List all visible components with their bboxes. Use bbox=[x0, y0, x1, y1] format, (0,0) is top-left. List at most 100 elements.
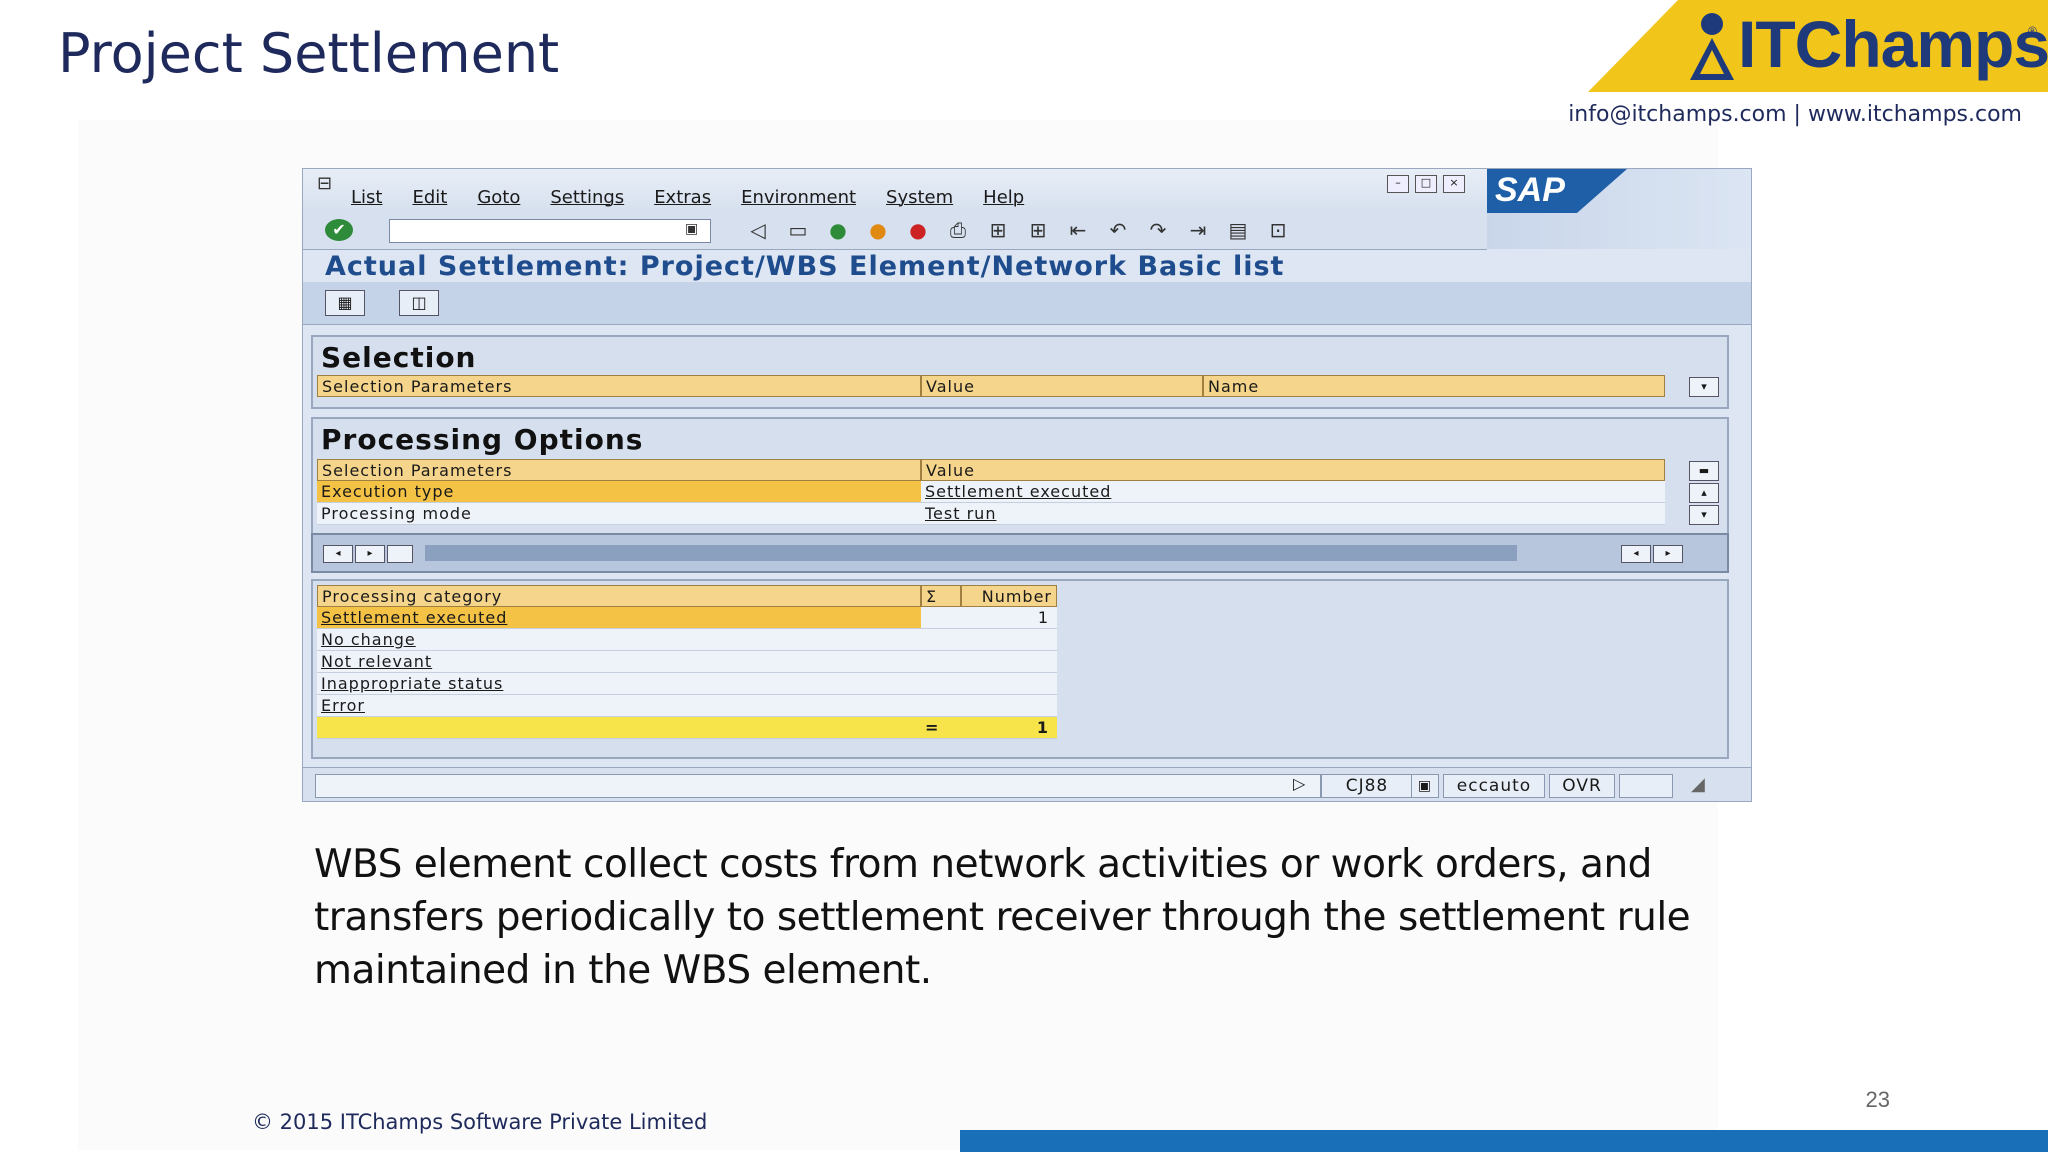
scroll-up-icon[interactable]: ▴ bbox=[1689, 483, 1719, 503]
maximize-icon[interactable]: □ bbox=[1415, 175, 1437, 193]
option-value-execution-type[interactable]: Settlement executed bbox=[921, 481, 1665, 503]
detail-view-icon[interactable]: ◫ bbox=[399, 290, 439, 316]
processing-options-title: Processing Options bbox=[321, 423, 644, 456]
cancel-icon[interactable]: ● bbox=[903, 217, 933, 243]
layout-icon[interactable]: ⊡ bbox=[1263, 217, 1293, 243]
category-number bbox=[921, 695, 1057, 717]
category-number bbox=[921, 651, 1057, 673]
number-header: Number bbox=[961, 585, 1057, 607]
status-message-field bbox=[315, 774, 1321, 798]
total-symbol: = bbox=[921, 717, 961, 739]
category-link[interactable]: Inappropriate status bbox=[321, 674, 503, 693]
exit-icon[interactable]: ● bbox=[863, 217, 893, 243]
sap-logo-text: SAP bbox=[1495, 171, 1565, 209]
category-number bbox=[921, 673, 1057, 695]
status-server-icon[interactable]: ▣ bbox=[1411, 774, 1439, 798]
last-page-icon[interactable]: ⇥ bbox=[1183, 217, 1213, 243]
processing-options-panel: Processing Options Selection Parameters … bbox=[311, 417, 1729, 539]
window-controls: – □ × bbox=[1387, 175, 1465, 193]
scroll-right-icon[interactable]: ▸ bbox=[355, 545, 385, 563]
menu-list-item[interactable]: List bbox=[351, 187, 382, 208]
option-value-link[interactable]: Test run bbox=[925, 504, 996, 523]
category-header: Processing category bbox=[317, 585, 921, 607]
status-transaction: CJ88 bbox=[1321, 774, 1413, 798]
category-row-no-change[interactable]: No change bbox=[317, 629, 921, 651]
status-expand-icon[interactable]: ▷ bbox=[1293, 774, 1305, 793]
option-value-processing-mode[interactable]: Test run bbox=[921, 503, 1665, 525]
options-header-parameters: Selection Parameters bbox=[317, 459, 921, 481]
scroll-thumb[interactable] bbox=[387, 545, 413, 563]
category-row-inappropriate-status[interactable]: Inappropriate status bbox=[317, 673, 921, 695]
option-param-processing-mode[interactable]: Processing mode bbox=[317, 503, 921, 525]
menu-system[interactable]: System bbox=[886, 187, 953, 208]
find-next-icon[interactable]: ⊞ bbox=[1023, 217, 1053, 243]
category-link[interactable]: Settlement executed bbox=[321, 608, 507, 627]
category-panel: Processing category Σ Number Settlement … bbox=[311, 579, 1729, 759]
status-mode[interactable]: OVR bbox=[1549, 774, 1615, 798]
menu-settings[interactable]: Settings bbox=[550, 187, 624, 208]
category-row-settlement-executed[interactable]: Settlement executed bbox=[317, 607, 921, 629]
status-user: eccauto bbox=[1443, 774, 1545, 798]
category-link[interactable]: Not relevant bbox=[321, 652, 432, 671]
previous-page-icon[interactable]: ↶ bbox=[1103, 217, 1133, 243]
resize-grip-icon[interactable]: ◢ bbox=[1691, 774, 1705, 795]
menu-extras[interactable]: Extras bbox=[654, 187, 711, 208]
back-icon[interactable]: ● bbox=[823, 217, 853, 243]
scroll-left-icon[interactable]: ◂ bbox=[323, 545, 353, 563]
category-row-not-relevant[interactable]: Not relevant bbox=[317, 651, 921, 673]
find-icon[interactable]: ⊞ bbox=[983, 217, 1013, 243]
horizontal-scrollbar[interactable]: ◂ ▸ ◂ ▸ bbox=[311, 533, 1729, 573]
grid-view-icon[interactable]: ▦ bbox=[325, 290, 365, 316]
create-session-icon[interactable]: ▤ bbox=[1223, 217, 1253, 243]
logo-registered-mark: ® bbox=[2028, 24, 2037, 38]
command-history-icon[interactable]: ▣ bbox=[685, 221, 698, 237]
save-icon[interactable]: ▭ bbox=[783, 217, 813, 243]
enter-check-icon[interactable]: ✔ bbox=[325, 219, 353, 241]
scroll-down-icon[interactable]: ▾ bbox=[1689, 377, 1719, 397]
scroll-down-icon[interactable]: ▾ bbox=[1689, 505, 1719, 525]
slide-title: Project Settlement bbox=[58, 22, 560, 85]
selection-header-parameters: Selection Parameters bbox=[317, 375, 921, 397]
system-menu-icon[interactable]: ⊟ bbox=[317, 173, 332, 194]
globe-pyramid-icon bbox=[1690, 13, 1734, 80]
menu-environment[interactable]: Environment bbox=[741, 187, 856, 208]
standard-toolbar: ✔ ▣ ◁ ▭ ● ● ● ⎙ ⊞ ⊞ ⇤ ↶ ↷ ⇥ ▤ ⊡ bbox=[303, 213, 1487, 250]
category-link[interactable]: Error bbox=[321, 696, 365, 715]
column-settings-icon[interactable]: ▬ bbox=[1689, 461, 1719, 481]
footer-copyright: © 2015 ITChamps Software Private Limited bbox=[252, 1110, 708, 1134]
category-row-error[interactable]: Error bbox=[317, 695, 921, 717]
option-value-link[interactable]: Settlement executed bbox=[925, 482, 1111, 501]
category-number: 1 bbox=[921, 607, 1057, 629]
sum-header-icon: Σ bbox=[921, 585, 961, 607]
command-field[interactable] bbox=[389, 219, 711, 243]
page-number: 23 bbox=[1865, 1087, 1890, 1112]
footer-bar bbox=[960, 1130, 2048, 1152]
contact-info: info@itchamps.com | www.itchamps.com bbox=[1568, 102, 2022, 127]
menu-help[interactable]: Help bbox=[983, 187, 1024, 208]
first-page-icon[interactable]: ⇤ bbox=[1063, 217, 1093, 243]
scroll-right-icon[interactable]: ▸ bbox=[1653, 545, 1683, 563]
print-icon[interactable]: ⎙ bbox=[943, 217, 973, 243]
next-page-icon[interactable]: ↷ bbox=[1143, 217, 1173, 243]
minimize-icon[interactable]: – bbox=[1387, 175, 1409, 193]
sap-window: ⊟ List Edit Goto Settings Extras Environ… bbox=[302, 168, 1752, 802]
logo-text: ITChamps bbox=[1738, 7, 2048, 81]
sap-logo-area: SAP bbox=[1487, 169, 1751, 249]
screen-title: Actual Settlement: Project/WBS Element/N… bbox=[325, 251, 1285, 282]
option-param-execution-type[interactable]: Execution type bbox=[317, 481, 921, 503]
left-arrow-icon[interactable]: ◁ bbox=[743, 217, 773, 243]
total-number: 1 bbox=[961, 717, 1057, 739]
menu-goto[interactable]: Goto bbox=[477, 187, 520, 208]
status-empty-field bbox=[1619, 774, 1673, 798]
options-header-value: Value bbox=[921, 459, 1665, 481]
menu-edit[interactable]: Edit bbox=[412, 187, 447, 208]
scroll-left-icon[interactable]: ◂ bbox=[1621, 545, 1651, 563]
menu-list: List Edit Goto Settings Extras Environme… bbox=[351, 187, 1054, 208]
status-bar: ▷ CJ88 ▣ eccauto OVR ◢ bbox=[303, 767, 1751, 801]
selection-title: Selection bbox=[321, 341, 477, 374]
total-row-label bbox=[317, 717, 921, 739]
close-icon[interactable]: × bbox=[1443, 175, 1465, 193]
scroll-track[interactable] bbox=[425, 545, 1517, 561]
selection-header-value: Value bbox=[921, 375, 1203, 397]
category-link[interactable]: No change bbox=[321, 630, 416, 649]
